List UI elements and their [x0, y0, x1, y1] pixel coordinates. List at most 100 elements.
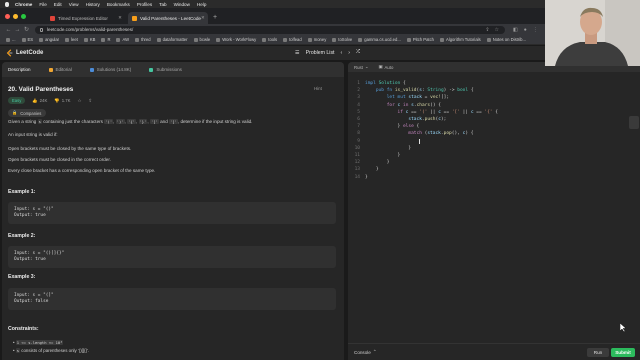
menu-window[interactable]: Window [174, 2, 190, 7]
constraint-item: • 1 <= s.length <= 10⁴ [13, 340, 64, 345]
menu-file[interactable]: File [39, 2, 46, 7]
browser-tab-strip: Timed Expression Editor ✕ Valid Parenthe… [0, 8, 640, 24]
chrome-menu-icon[interactable]: ⋮ [533, 27, 538, 33]
prev-problem-icon[interactable]: ‹ [341, 50, 343, 56]
menu-bookmarks[interactable]: Bookmarks [107, 2, 130, 7]
browser-tab-valid-parentheses[interactable]: Valid Parentheses - LeetCode ✕ [128, 12, 208, 24]
bookmark-item[interactable]: toSolve [332, 37, 352, 42]
bookmark-item[interactable]: tolfead [283, 37, 302, 42]
panel-tabs: Description Editorial Solutions (14.8K) … [2, 62, 344, 77]
tab-solutions[interactable]: Solutions (14.8K) [89, 67, 132, 72]
list-icon[interactable]: ☰ [295, 50, 300, 56]
new-tab-icon[interactable]: + [213, 12, 217, 24]
macos-menubar: Chrome File Edit View History Bookmarks … [0, 0, 640, 8]
bookmark-item[interactable]: Algorithm Tutorials [440, 37, 481, 42]
tab-editorial[interactable]: Editorial [48, 67, 72, 72]
hint-button[interactable]: Hint [314, 86, 322, 91]
line-number: 6 [357, 117, 360, 122]
console-button[interactable]: Console ⌃ [354, 349, 377, 355]
bookmark-item[interactable]: angular [39, 37, 59, 42]
maximize-window-icon[interactable] [21, 13, 26, 19]
next-problem-icon[interactable]: › [348, 50, 350, 56]
like-button[interactable]: 👍 24K [32, 98, 47, 104]
bookmark-label: dataformatter [162, 37, 188, 42]
lock-icon[interactable] [40, 27, 43, 32]
share-icon[interactable]: ⇪ [485, 27, 489, 33]
shuffle-icon[interactable]: ⤮ [356, 49, 360, 56]
bookmark-item[interactable]: Notes on Distrib... [486, 37, 526, 42]
bookmark-item[interactable]: leet [65, 37, 78, 42]
leetcode-logo-icon[interactable] [6, 49, 14, 57]
bookmark-item[interactable]: ES [21, 37, 33, 42]
favorite-star-icon[interactable]: ☆ [78, 98, 82, 104]
difficulty-badge: Easy [8, 97, 26, 104]
minimize-window-icon[interactable] [13, 13, 18, 19]
window-controls [5, 8, 26, 24]
menu-help[interactable]: Help [197, 2, 206, 7]
tab-description[interactable]: Description [8, 67, 31, 72]
bookmark-item[interactable]: dataformatter [156, 37, 188, 42]
problem-list-link[interactable]: Problem List [306, 50, 335, 56]
code-panel: Rust ⌄ ▣ Auto 1 impl Solution {2 pub fn is_… [348, 62, 640, 360]
menu-tab[interactable]: Tab [159, 2, 166, 7]
address-bar[interactable]: leetcode.com/problems/valid-parentheses/… [35, 25, 505, 34]
example-1-box: Input: s = "()" Output: true [8, 202, 336, 224]
bookmark-item[interactable]: Work - WorkFlowy [216, 37, 256, 42]
forward-icon[interactable]: → [13, 27, 22, 33]
bookmark-label: KB [89, 37, 96, 42]
bookmark-item[interactable]: tools [262, 37, 277, 42]
bookmark-favicon-icon [39, 37, 44, 42]
brand-name[interactable]: LeetCode [16, 50, 43, 56]
bookmark-item[interactable]: Pitch Patch [406, 37, 434, 42]
profile-icon[interactable]: ● [524, 27, 527, 33]
problem-title[interactable]: 20. Valid Parentheses [8, 86, 73, 93]
tab-label: Editorial [55, 67, 72, 72]
menu-app-name[interactable]: Chrome [15, 2, 32, 7]
bookmark-item[interactable]: R [101, 37, 110, 42]
bookmark-favicon-icon [358, 37, 363, 42]
bookmark-favicon-icon [283, 37, 288, 42]
back-icon[interactable]: ← [4, 27, 13, 33]
share-icon[interactable]: ⇪ [88, 98, 92, 104]
menu-history[interactable]: History [86, 2, 100, 7]
dislike-button[interactable]: 👎 1.7K [54, 98, 70, 104]
code-line: } [375, 167, 379, 173]
bookmark-star-icon[interactable]: ☆ [495, 27, 499, 33]
code-editor[interactable]: 1 impl Solution {2 pub fn is_valid(s: Str… [348, 77, 640, 327]
reload-icon[interactable]: ↻ [22, 26, 31, 33]
bookmark-item[interactable]: KB [83, 37, 96, 42]
code-line [365, 138, 420, 145]
companies-tag[interactable]: 🔒 Companies [8, 109, 47, 117]
menu-edit[interactable]: Edit [54, 2, 62, 7]
run-button[interactable]: Run [587, 348, 609, 357]
panel-resize-handle[interactable] [629, 116, 639, 129]
extension-icon[interactable]: ◧ [513, 27, 518, 33]
line-number: 8 [357, 131, 360, 137]
browser-tab-expression-editor[interactable]: Timed Expression Editor ✕ [46, 12, 126, 24]
language-select[interactable]: Rust ⌄ [354, 64, 368, 70]
bookmark-item[interactable]: thred [135, 37, 151, 42]
tab-submissions[interactable]: Submissions [149, 67, 182, 72]
bookmark-favicon-icon [262, 37, 267, 42]
chevron-up-icon: ⌃ [372, 349, 377, 354]
mode-select[interactable]: ▣ Auto [378, 64, 393, 70]
apple-icon[interactable] [5, 1, 9, 7]
bookmark-item[interactable]: money [307, 37, 326, 42]
bookmark-favicon-icon [193, 37, 198, 42]
menu-profiles[interactable]: Profiles [137, 2, 152, 7]
close-tab-icon[interactable]: ✕ [118, 15, 122, 21]
bookmark-item[interactable]: AW [116, 37, 129, 42]
problem-list-nav: ☰ Problem List ‹ › ⤮ [295, 49, 360, 56]
close-tab-icon[interactable]: ✕ [201, 15, 205, 21]
inline-code: '(' [104, 119, 114, 124]
bookmark-item[interactable]: gamma.cs.ucd.ed... [358, 37, 401, 42]
bookmark-item[interactable]: bcwle [193, 37, 210, 42]
tab-label: Solutions (14.8K) [96, 67, 132, 72]
example-3-box: Input: s = "(]" Output: false [8, 288, 336, 310]
constraint-item: • s consists of parentheses only '()[]{}… [13, 348, 90, 353]
bookmark-item[interactable]: ... [6, 37, 16, 42]
submit-button[interactable]: Submit [611, 348, 635, 357]
close-window-icon[interactable] [5, 13, 10, 19]
bookmark-label: thred [141, 37, 151, 42]
menu-view[interactable]: View [69, 2, 79, 7]
